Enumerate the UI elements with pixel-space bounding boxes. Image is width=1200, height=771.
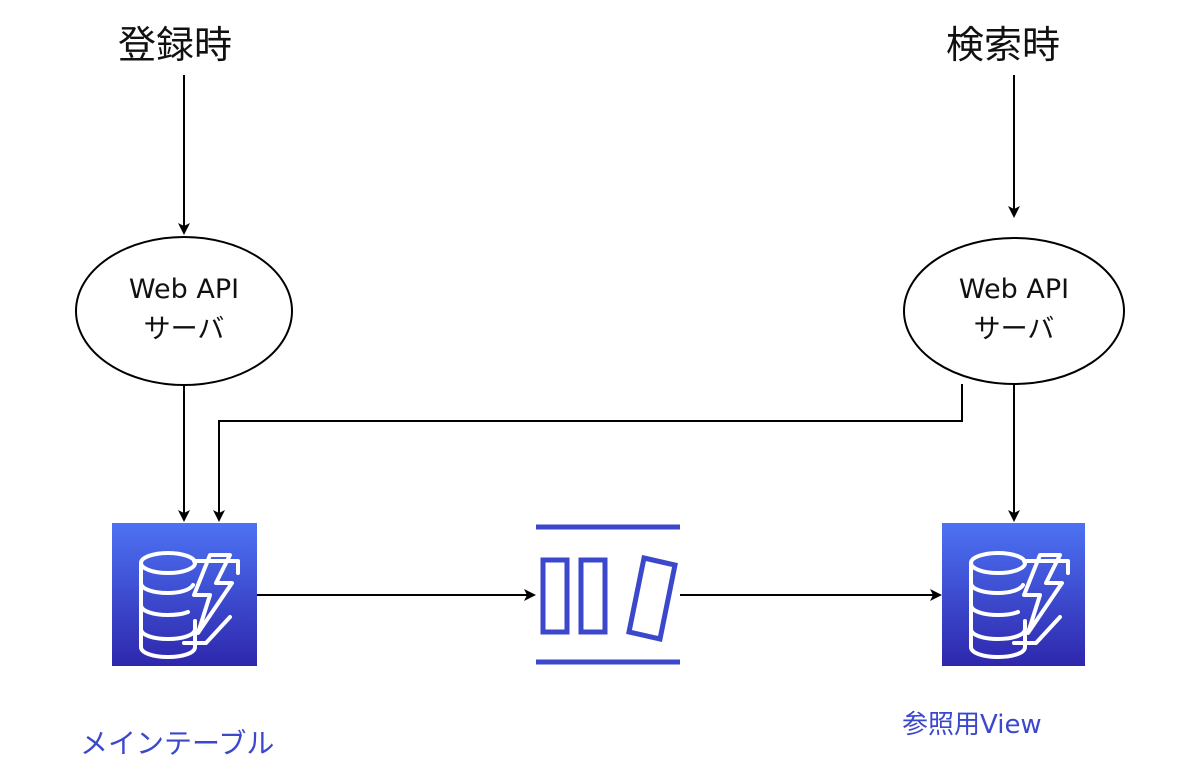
ref-view-node — [942, 523, 1085, 666]
api-server-right-label: Web API サーバ — [934, 270, 1094, 350]
api-server-left-label: Web API サーバ — [104, 270, 264, 350]
api-server-right-line1: Web API — [958, 274, 1070, 305]
dynamodb-streams-icon — [536, 524, 680, 665]
register-title: 登録時 — [118, 23, 233, 67]
edge-right-api-to-main-table — [213, 384, 963, 522]
api-server-left-line2: サーバ — [143, 314, 225, 345]
api-server-left-line1: Web API — [128, 274, 240, 305]
api-server-right-line2: サーバ — [973, 314, 1055, 345]
ref-view-caption: 参照用View — [902, 710, 1042, 740]
main-table-node — [112, 523, 257, 666]
main-table-caption: メインテーブル — [80, 727, 275, 760]
diagram-canvas — [75, 75, 1125, 666]
search-title: 検索時 — [946, 23, 1061, 67]
